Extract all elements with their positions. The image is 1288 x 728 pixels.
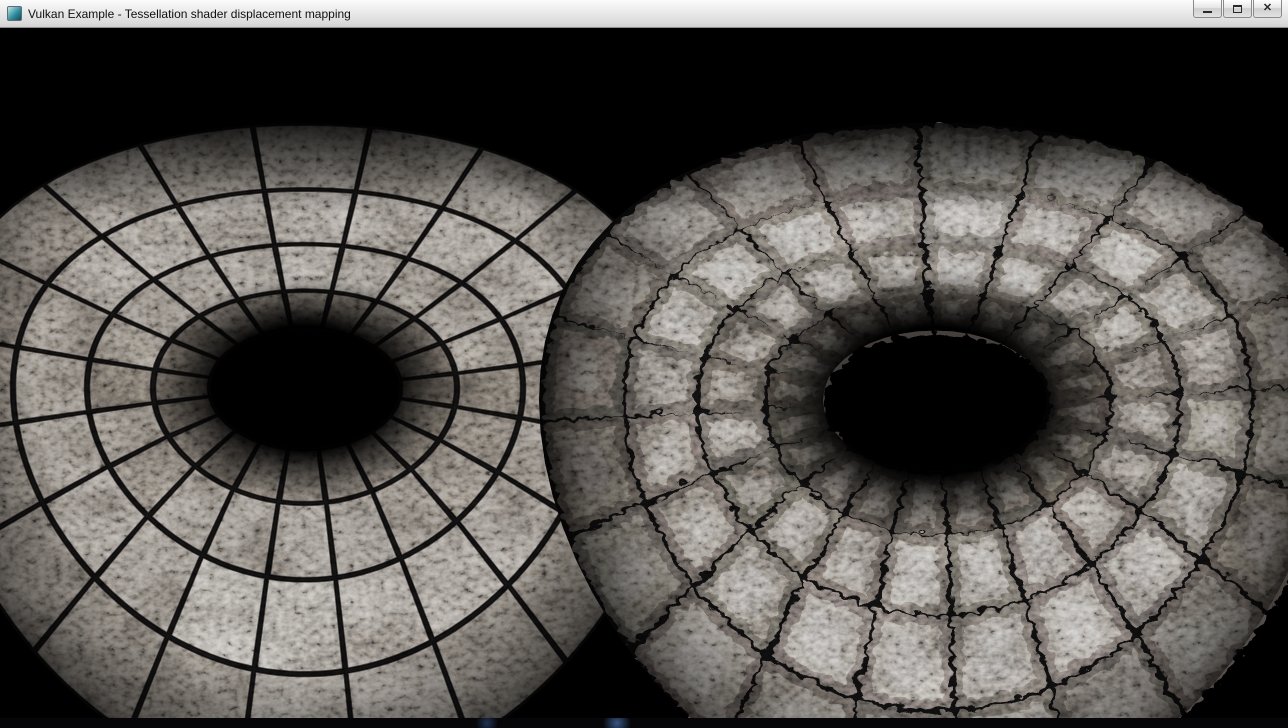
minimize-button[interactable] xyxy=(1193,0,1222,18)
titlebar[interactable]: Vulkan Example - Tessellation shader dis… xyxy=(0,0,1288,28)
torus-render-canvas xyxy=(0,28,1288,718)
close-icon: ✕ xyxy=(1263,3,1272,14)
vulkan-app-icon xyxy=(7,6,22,21)
minimize-icon xyxy=(1203,3,1212,13)
window-controls: ✕ xyxy=(1192,0,1282,18)
window-title: Vulkan Example - Tessellation shader dis… xyxy=(28,7,351,21)
taskbar-strip[interactable] xyxy=(0,718,1288,728)
maximize-button[interactable] xyxy=(1223,0,1252,18)
maximize-icon xyxy=(1233,5,1242,13)
render-viewport[interactable] xyxy=(0,28,1288,718)
close-button[interactable]: ✕ xyxy=(1253,0,1282,18)
app-window: Vulkan Example - Tessellation shader dis… xyxy=(0,0,1288,728)
